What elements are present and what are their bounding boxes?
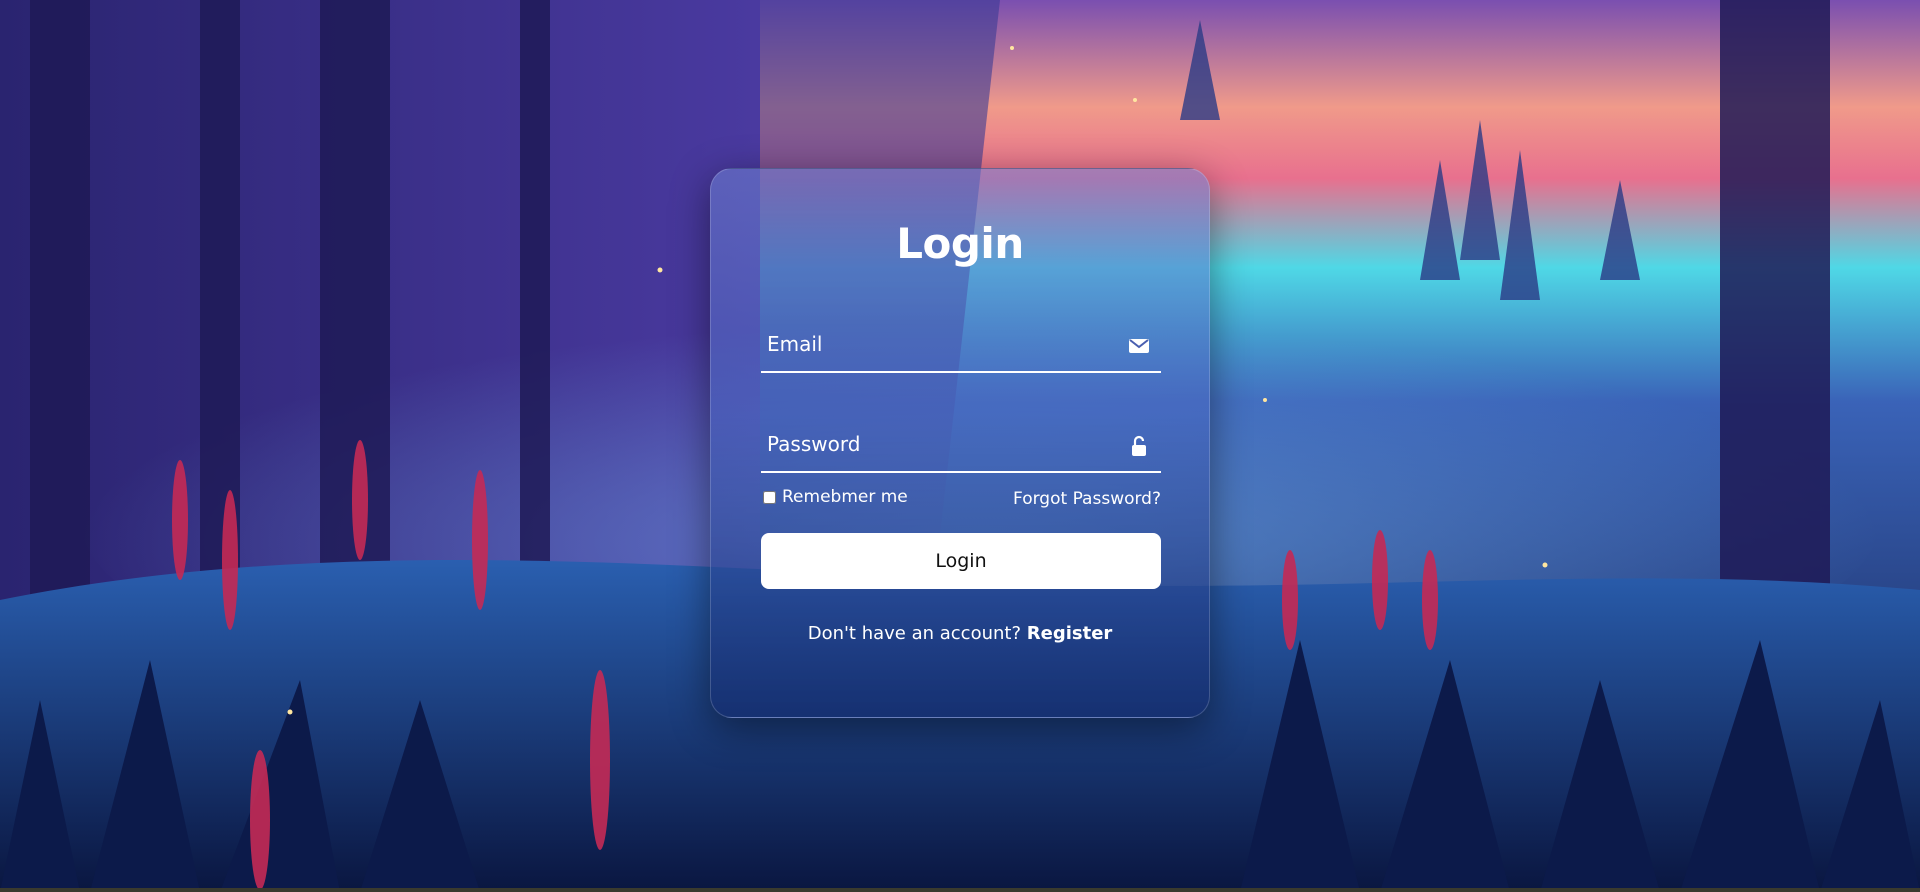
- options-row: Remebmer me Forgot Password?: [761, 487, 1161, 513]
- forgot-password-link[interactable]: Forgot Password?: [1013, 489, 1161, 509]
- remember-me: Remebmer me: [761, 487, 908, 507]
- envelope-icon: [1127, 334, 1151, 358]
- login-button[interactable]: Login: [761, 533, 1161, 589]
- register-link[interactable]: Register: [1027, 623, 1113, 644]
- register-row: Don't have an account? Register: [711, 623, 1209, 644]
- password-field-wrapper: [761, 419, 1161, 473]
- remember-me-label: Remebmer me: [782, 487, 908, 507]
- bottom-strip: [0, 888, 1920, 892]
- lock-icon: [1127, 434, 1151, 458]
- remember-me-checkbox[interactable]: [763, 490, 776, 504]
- login-title: Login: [896, 219, 1024, 268]
- email-field-wrapper: [761, 319, 1161, 373]
- login-card: Login Remebmer me Forgot Password? Login…: [710, 168, 1210, 718]
- email-input[interactable]: [761, 319, 1121, 369]
- password-input[interactable]: [761, 419, 1121, 469]
- register-prompt: Don't have an account?: [807, 623, 1027, 644]
